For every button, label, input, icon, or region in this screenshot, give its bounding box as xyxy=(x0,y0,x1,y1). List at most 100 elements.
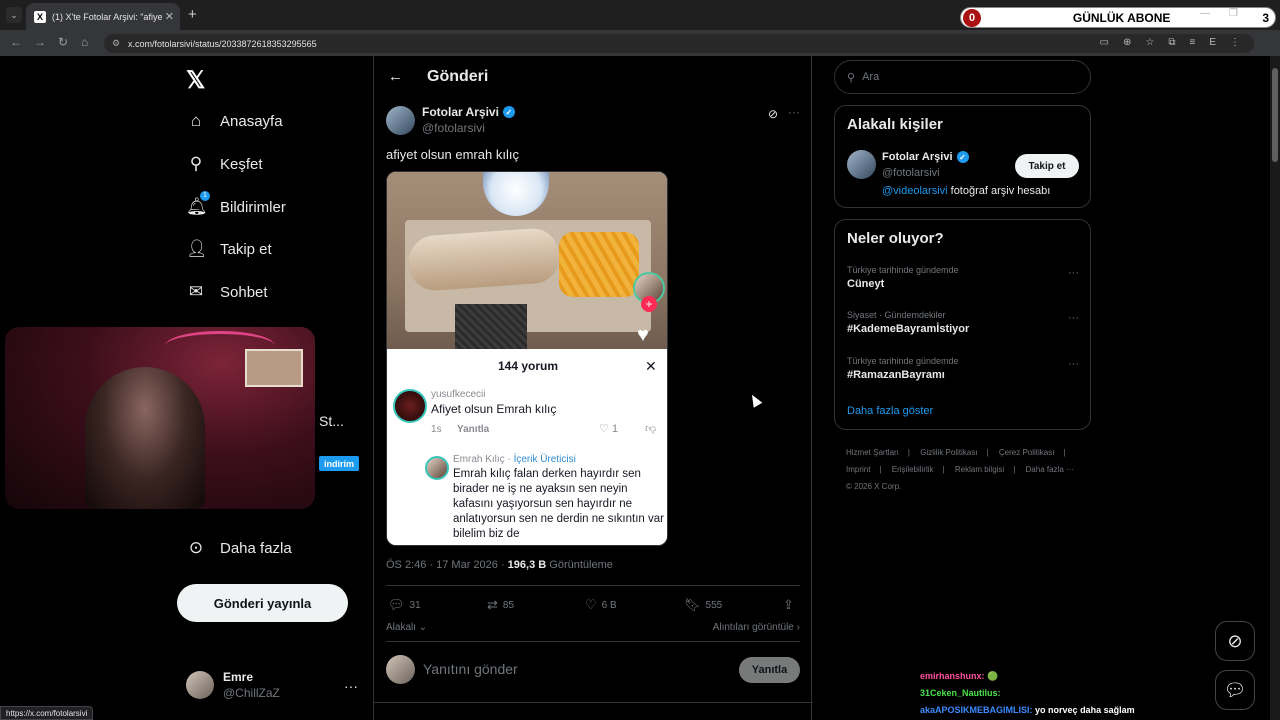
reply-input[interactable]: Yanıtını gönder xyxy=(423,661,518,677)
post-button[interactable]: Gönderi yayınla xyxy=(177,584,348,622)
copyright: © 2026 X Corp. xyxy=(846,482,902,491)
footer-link[interactable]: Çerez Politikası xyxy=(999,448,1055,457)
nav-follow[interactable]: 👤︎ Takip et xyxy=(186,239,272,259)
discount-badge: indirim xyxy=(319,456,359,471)
tab-close-icon[interactable]: ✕ xyxy=(165,10,174,23)
media-icon[interactable]: ≡ xyxy=(1189,37,1195,48)
relevant-name[interactable]: Fotolar Arşivi xyxy=(882,151,953,163)
browser-tab[interactable]: X (1) X'te Fotolar Arşivi: "afiyet ol… ✕ xyxy=(26,3,180,30)
footer-link[interactable]: Erişilebilirlik xyxy=(892,465,934,474)
reply-button[interactable]: Yanıtla xyxy=(739,657,800,683)
notification-badge: 1 xyxy=(200,191,210,201)
like-icon: ♡ xyxy=(585,597,597,612)
tab-search-button[interactable]: ⌄ xyxy=(6,7,22,23)
footer-link[interactable]: Daha fazla ··· xyxy=(1026,465,1074,474)
post-actions: 💬︎ 31 ⇄ 85 ♡ 6 B 🔖︎ 555 ⇪ xyxy=(388,597,800,613)
extensions-icon[interactable]: ⧉ xyxy=(1168,37,1175,48)
browser-tab-bar: ⌄ X (1) X'te Fotolar Arşivi: "afiyet ol…… xyxy=(0,0,1280,30)
bell-icon: 🔔︎ 1 xyxy=(186,191,210,217)
post-author[interactable]: Fotolar Arşivi ✓ @fotolarsivi xyxy=(386,105,515,135)
footer-link[interactable]: Hizmet Şartları xyxy=(846,448,899,457)
footer-link[interactable]: Gizlilik Politikası xyxy=(920,448,977,457)
bookmark-star-icon[interactable]: ☆ xyxy=(1145,37,1154,48)
x-logo-icon[interactable]: 𝕏 xyxy=(186,66,205,95)
reply-action[interactable]: 💬︎ 31 xyxy=(388,597,421,613)
reply-author: Emrah Kılıç · İçerik Üreticisi xyxy=(453,454,576,465)
comment-text: Afiyet olsun Emrah kılıç xyxy=(431,402,557,416)
home-icon[interactable]: ⌂ xyxy=(81,35,88,49)
restore-icon[interactable]: ❐ xyxy=(1229,8,1238,19)
back-arrow-icon[interactable]: ← xyxy=(388,68,403,85)
bio-mention-link[interactable]: @videolarsivi xyxy=(882,185,948,197)
chat-line: akaAPOSIKMEBAGIMLISI: yo norveç daha sağ… xyxy=(920,702,1180,719)
back-icon[interactable]: ← xyxy=(10,35,22,49)
forward-icon[interactable]: → xyxy=(34,35,46,49)
commenter-name: yusufkececii xyxy=(431,389,486,400)
reply-author-name: Emrah Kılıç xyxy=(453,454,505,465)
follow-button[interactable]: Takip et xyxy=(1015,154,1079,178)
nav-more[interactable]: ⊙ Daha fazla xyxy=(186,538,292,558)
show-more-link[interactable]: Daha fazla göster xyxy=(847,405,933,417)
trend-item[interactable]: Türkiye tarihinde gündemde Cüneyt ··· xyxy=(847,265,1079,290)
nav-follow-label: Takip et xyxy=(220,240,272,258)
account-name: Emre xyxy=(223,670,254,684)
new-tab-button[interactable]: + xyxy=(188,6,197,23)
post-media[interactable]: + ♥ 144 yorum ✕ yusufkececii Afiyet olsu… xyxy=(386,171,668,546)
url-field[interactable]: ⚙ x.com/fotolarsivi/status/2033872618353… xyxy=(104,34,1254,53)
trend-item[interactable]: Türkiye tarihinde gündemde #RamazanBayra… xyxy=(847,356,1079,381)
trend-more-icon[interactable]: ··· xyxy=(1068,312,1079,324)
author-handle: @fotolarsivi xyxy=(422,121,485,135)
like-count: 6 B xyxy=(601,599,617,611)
author-avatar[interactable] xyxy=(386,105,415,135)
nav-notifications[interactable]: 🔔︎ 1 Bildirimler xyxy=(186,191,286,217)
trends-box: Neler oluyor? Türkiye tarihinde gündemde… xyxy=(834,219,1091,430)
trend-name: #RamazanBayramı xyxy=(847,369,945,381)
nav-home[interactable]: ⌂ Anasayfa xyxy=(186,111,283,131)
scrollbar-thumb[interactable] xyxy=(1272,68,1278,162)
search-icon: ⚲ xyxy=(189,154,203,173)
bookmark-count: 555 xyxy=(705,599,723,611)
grok-button[interactable]: ⊘ xyxy=(1215,621,1255,661)
repost-count: 85 xyxy=(502,599,515,611)
creator-badge: İçerik Üreticisi xyxy=(513,454,576,465)
heart-icon: ♥ xyxy=(637,324,649,346)
like-action[interactable]: ♡ 6 B xyxy=(585,597,617,613)
repost-action[interactable]: ⇄ 85 xyxy=(487,597,514,613)
messages-button[interactable]: 💬︎ xyxy=(1215,670,1255,710)
trend-item[interactable]: Siyaset · Gündemdekiler #KademeBayramİst… xyxy=(847,310,1079,335)
post-text: afiyet olsun emrah kılıç xyxy=(386,147,519,162)
cast-icon[interactable]: ▭ xyxy=(1100,37,1109,48)
divider xyxy=(386,585,800,586)
menu-icon[interactable]: ⋮ xyxy=(1230,37,1240,48)
view-quotes-link[interactable]: Alıntıları görüntüle › xyxy=(713,622,800,633)
view-label: Görüntüleme xyxy=(549,559,613,571)
trend-more-icon[interactable]: ··· xyxy=(1068,267,1079,279)
post-more-icon[interactable]: ··· xyxy=(788,105,800,119)
sort-dropdown[interactable]: Alakalı ⌄ xyxy=(386,622,427,633)
share-action[interactable]: ⇪ xyxy=(783,597,794,613)
nav-chat[interactable]: ✉ Sohbet xyxy=(186,282,268,302)
minimize-icon[interactable]: — xyxy=(1200,8,1210,19)
sub-overlay-title: GÜNLÜK ABONE xyxy=(1072,10,1171,25)
footer-link[interactable]: Reklam bilgisi xyxy=(955,465,1004,474)
account-switcher[interactable]: Emre @ChillZaZ xyxy=(186,670,280,700)
bookmark-action[interactable]: 🔖︎ 555 xyxy=(684,597,722,613)
account-more-icon[interactable]: ··· xyxy=(344,678,358,694)
profile-icon[interactable]: E xyxy=(1209,37,1216,48)
grok-icon[interactable]: ⊘ xyxy=(768,107,778,121)
relevant-avatar[interactable] xyxy=(847,150,876,179)
site-info-icon[interactable]: ⚙ xyxy=(112,38,120,49)
relevant-handle: @fotolarsivi xyxy=(882,167,940,179)
search-input[interactable]: ⚲ Ara xyxy=(834,60,1091,94)
reload-icon[interactable]: ↻ xyxy=(58,35,68,49)
footer-link[interactable]: Imprint xyxy=(846,465,870,474)
food-photo: + ♥ xyxy=(387,172,667,349)
nav-explore[interactable]: ⚲ Keşfet xyxy=(186,154,263,174)
streamer-silhouette xyxy=(85,367,205,509)
trend-more-icon[interactable]: ··· xyxy=(1068,358,1079,370)
close-icon: ✕ xyxy=(645,358,657,374)
nav-home-label: Anasayfa xyxy=(220,112,283,130)
trend-name: Cüneyt xyxy=(847,278,885,290)
sort-row: Alakalı ⌄ Alıntıları görüntüle › xyxy=(386,622,800,633)
zoom-icon[interactable]: ⊕ xyxy=(1123,37,1131,48)
